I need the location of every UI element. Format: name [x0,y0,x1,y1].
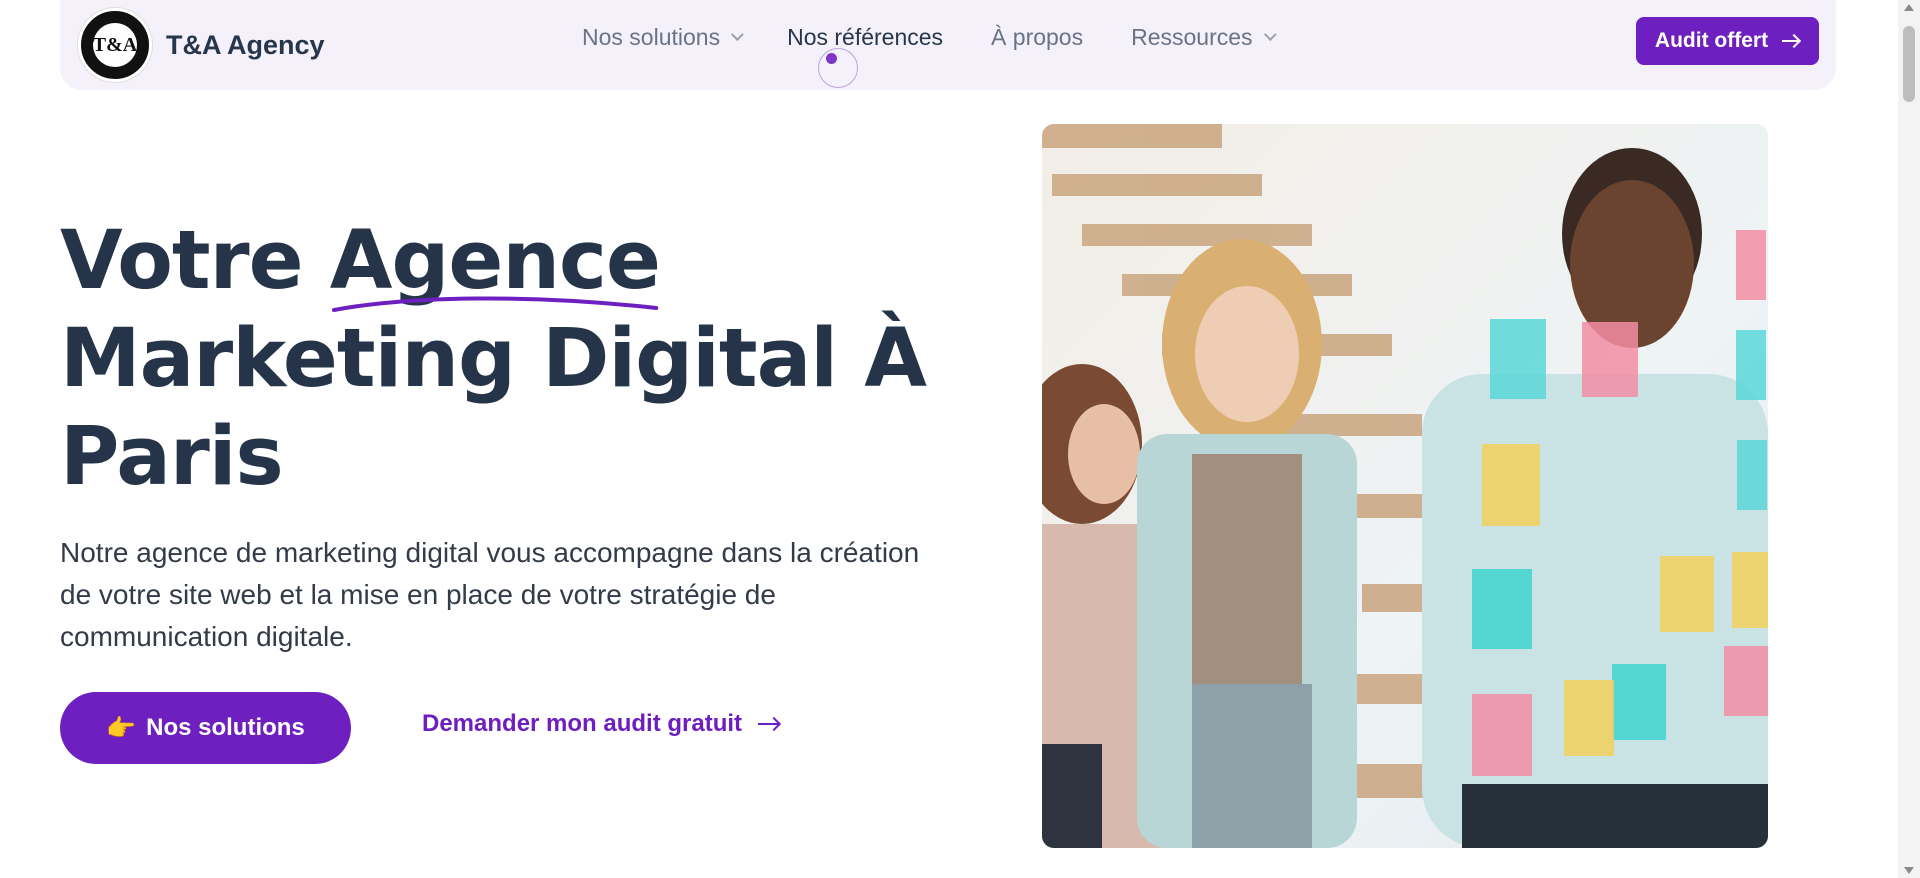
menu-item-label: Ressources [1131,24,1253,50]
audit-gratuit-link[interactable]: Demander mon audit gratuit [422,710,780,738]
hero-team-photo [1042,124,1768,848]
logo-link[interactable]: T&A T&A Agency [78,8,325,82]
menu-item-label: Nos références [787,24,944,50]
site-header: T&A T&A Agency Nos solutions Nos référen… [60,0,1836,90]
hero-title: Votre Agence Marketing Digital À Paris [60,212,960,506]
chevron-down-icon [731,28,744,42]
team-photo-illustration [1042,124,1768,848]
nos-solutions-button[interactable]: 👉 Nos solutions [60,692,351,764]
chevron-down-icon [1263,28,1277,42]
title-part-2: Marketing Digital À [60,312,927,406]
title-part-1: Votre [60,214,330,308]
audit-button-label: Audit offert [1654,29,1769,52]
cursor-dot [826,53,837,64]
hero-description: Notre agence de marketing digital vous a… [60,537,920,652]
audit-gratuit-label: Demander mon audit gratuit [422,710,743,737]
arrow-right-icon [1782,34,1800,48]
logo-icon: T&A [78,8,152,82]
menu-item-label: À propos [991,24,1084,50]
menu-item-references[interactable]: Nos références [787,24,943,51]
brand-name: T&A Agency [166,29,325,60]
arrow-right-icon [758,717,780,731]
pointing-hand-icon: 👉 [106,714,137,742]
title-highlight: Agence [330,212,661,312]
menu-item-solutions[interactable]: Nos solutions [582,24,744,51]
menu-item-about[interactable]: À propos [991,24,1083,51]
nos-solutions-label: Nos solutions [146,714,305,741]
page-scrollbar[interactable] [1898,0,1920,878]
menu-item-label: Nos solutions [582,24,721,50]
menu-item-resources[interactable]: Ressources [1131,24,1277,51]
logo-mark: T&A [93,23,137,67]
scroll-thumb[interactable] [1903,26,1915,102]
main-menu: Nos solutions Nos références À propos Re… [582,24,1277,51]
underline-swash [331,296,658,312]
scroll-down-icon[interactable] [1904,867,1914,874]
scroll-up-icon[interactable] [1904,4,1914,11]
audit-offert-button[interactable]: Audit offert [1636,17,1819,65]
title-part-3: Paris [60,410,284,504]
cursor-ring [818,48,858,88]
